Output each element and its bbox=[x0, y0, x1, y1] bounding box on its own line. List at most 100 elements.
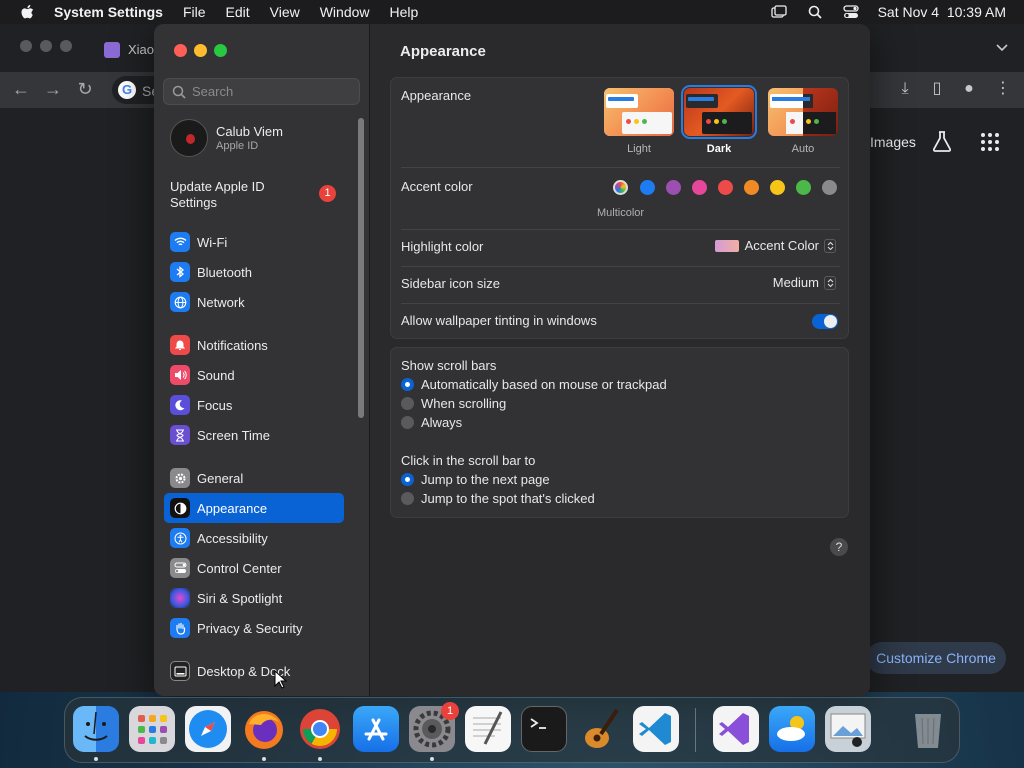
safari-icon[interactable] bbox=[185, 706, 231, 752]
sidebar-item-general[interactable]: General bbox=[164, 463, 344, 493]
scroll-always-radio[interactable]: Always bbox=[401, 415, 462, 430]
finder-icon[interactable] bbox=[73, 706, 119, 752]
radio-button[interactable] bbox=[401, 397, 414, 410]
menu-edit[interactable]: Edit bbox=[226, 4, 250, 20]
menu-clock[interactable]: Sat Nov 4 10:39 AM bbox=[878, 4, 1006, 20]
google-images-link[interactable]: Images bbox=[870, 134, 916, 150]
trash-icon[interactable] bbox=[905, 706, 951, 752]
google-apps-icon[interactable] bbox=[980, 132, 1000, 152]
visual-studio-icon[interactable] bbox=[713, 706, 759, 752]
radio-button[interactable] bbox=[401, 492, 414, 505]
tab-search-chevron-icon[interactable] bbox=[996, 40, 1008, 55]
appearance-dark-option[interactable] bbox=[681, 85, 757, 139]
spotlight-search-icon[interactable] bbox=[806, 4, 824, 20]
launchpad-icon[interactable] bbox=[129, 706, 175, 752]
update-apple-id-item[interactable]: Update Apple ID Settings 1 bbox=[170, 179, 350, 211]
download-icon[interactable]: ⤓ bbox=[896, 80, 914, 98]
sidebar-item-desktop-dock[interactable]: Desktop & Dock bbox=[164, 656, 344, 686]
radio-button[interactable] bbox=[401, 416, 414, 429]
accessibility-icon bbox=[170, 528, 190, 548]
accent-yellow-swatch[interactable] bbox=[770, 180, 785, 195]
accent-multicolor-swatch[interactable] bbox=[613, 180, 628, 195]
terminal-icon[interactable] bbox=[521, 706, 567, 752]
weather-icon[interactable] bbox=[769, 706, 815, 752]
radio-button[interactable] bbox=[401, 473, 414, 486]
sidebar-item-focus[interactable]: Focus bbox=[164, 390, 344, 420]
radio-button[interactable] bbox=[401, 378, 414, 391]
accent-blue-swatch[interactable] bbox=[640, 180, 655, 195]
sidebar-item-screen-time[interactable]: Screen Time bbox=[164, 420, 344, 450]
textedit-icon[interactable] bbox=[465, 706, 511, 752]
sidebar-scrollbar[interactable] bbox=[358, 118, 364, 418]
minimize-button[interactable] bbox=[194, 44, 207, 57]
preview-icon[interactable] bbox=[825, 706, 871, 752]
highlight-color-swatch bbox=[714, 239, 739, 252]
chrome-minimize-button[interactable] bbox=[40, 40, 52, 52]
chrome-icon[interactable] bbox=[297, 706, 343, 752]
accent-graphite-swatch[interactable] bbox=[822, 180, 837, 195]
labs-flask-icon[interactable] bbox=[932, 130, 952, 152]
sidebar-item-appearance[interactable]: Appearance bbox=[164, 493, 344, 523]
appearance-auto-option[interactable] bbox=[768, 88, 838, 136]
apple-id-account[interactable]: Calub Viem Apple ID bbox=[170, 118, 350, 158]
chrome-tab-title[interactable]: Xiao bbox=[128, 42, 154, 57]
account-name: Calub Viem bbox=[216, 124, 283, 139]
garageband-icon[interactable] bbox=[577, 706, 623, 752]
sidebar-item-privacy-security[interactable]: Privacy & Security bbox=[164, 613, 344, 643]
apple-menu-icon[interactable] bbox=[18, 3, 36, 21]
highlight-color-popup[interactable]: Accent Color bbox=[714, 238, 836, 253]
accent-red-swatch[interactable] bbox=[718, 180, 733, 195]
appearance-light-option[interactable] bbox=[604, 88, 674, 136]
screen-mirroring-icon[interactable] bbox=[770, 4, 788, 20]
click-spot-radio[interactable]: Jump to the spot that's clicked bbox=[401, 491, 595, 506]
sidebar-item-bluetooth[interactable]: Bluetooth bbox=[164, 257, 344, 287]
scroll-auto-radio[interactable]: Automatically based on mouse or trackpad bbox=[401, 377, 667, 392]
side-panel-icon[interactable]: ▯ bbox=[928, 80, 946, 98]
sidebar-item-wifi[interactable]: Wi-Fi bbox=[164, 227, 344, 257]
menu-app-name[interactable]: System Settings bbox=[54, 4, 163, 20]
profile-icon[interactable]: ● bbox=[960, 80, 978, 98]
chrome-menu-icon[interactable]: ⋮ bbox=[994, 80, 1012, 98]
accent-orange-swatch[interactable] bbox=[744, 180, 759, 195]
vscode-icon[interactable] bbox=[633, 706, 679, 752]
zoom-button[interactable] bbox=[214, 44, 227, 57]
sidebar-group-notifications: Notifications Sound Focus Screen Time bbox=[164, 330, 344, 450]
menu-help[interactable]: Help bbox=[390, 4, 419, 20]
menu-file[interactable]: File bbox=[183, 4, 206, 20]
accent-purple-swatch[interactable] bbox=[666, 180, 681, 195]
menu-view[interactable]: View bbox=[270, 4, 300, 20]
search-input[interactable] bbox=[192, 84, 352, 99]
sidebar-item-network[interactable]: Network bbox=[164, 287, 344, 317]
scroll-when-scrolling-radio[interactable]: When scrolling bbox=[401, 396, 506, 411]
radio-label: Always bbox=[421, 415, 463, 430]
click-next-page-radio[interactable]: Jump to the next page bbox=[401, 472, 550, 487]
menu-window[interactable]: Window bbox=[320, 4, 370, 20]
chrome-close-button[interactable] bbox=[20, 40, 32, 52]
wallpaper-tinting-toggle[interactable] bbox=[812, 314, 838, 329]
divider bbox=[401, 303, 840, 304]
sidebar-item-siri-spotlight[interactable]: Siri & Spotlight bbox=[164, 583, 344, 613]
reload-icon[interactable]: ↻ bbox=[76, 80, 94, 98]
firefox-icon[interactable] bbox=[241, 706, 287, 752]
close-button[interactable] bbox=[174, 44, 187, 57]
back-arrow-icon[interactable]: ← bbox=[12, 80, 30, 98]
sidebar-icon-size-value: Medium bbox=[772, 275, 819, 290]
sidebar-item-accessibility[interactable]: Accessibility bbox=[164, 523, 344, 553]
sidebar-item-control-center[interactable]: Control Center bbox=[164, 553, 344, 583]
forward-arrow-icon[interactable]: → bbox=[44, 80, 62, 98]
accent-green-swatch[interactable] bbox=[796, 180, 811, 195]
sidebar-item-label: Control Center bbox=[197, 560, 282, 576]
accent-pink-swatch[interactable] bbox=[692, 180, 707, 195]
sidebar-search[interactable] bbox=[163, 78, 360, 105]
app-store-icon[interactable] bbox=[353, 706, 399, 752]
chrome-zoom-button[interactable] bbox=[60, 40, 72, 52]
sidebar-group-general: General Appearance Accessibility Control… bbox=[164, 463, 344, 643]
sidebar-item-sound[interactable]: Sound bbox=[164, 360, 344, 390]
sidebar-item-label: Appearance bbox=[197, 500, 268, 516]
customize-chrome-button[interactable]: Customize Chrome bbox=[866, 642, 1006, 674]
sidebar-icon-size-popup[interactable]: Medium bbox=[773, 275, 836, 290]
help-button[interactable]: ? bbox=[830, 538, 848, 556]
accent-color-label: Accent color bbox=[401, 179, 473, 194]
sidebar-item-notifications[interactable]: Notifications bbox=[164, 330, 344, 360]
control-center-icon[interactable] bbox=[842, 4, 860, 20]
